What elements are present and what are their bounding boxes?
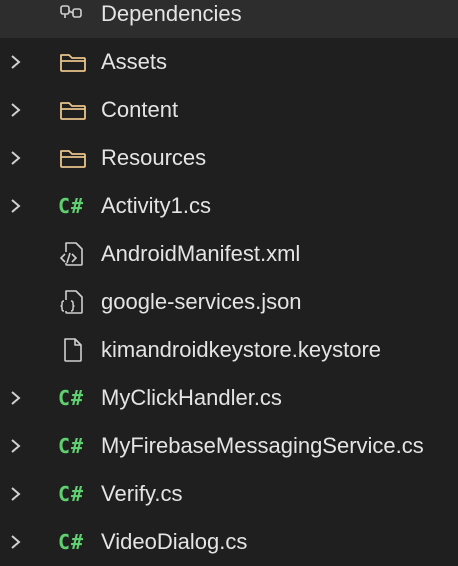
tree-item-myfirebasemessagingservice-cs[interactable]: C# MyFirebaseMessagingService.cs	[0, 422, 458, 470]
tree-item-label: AndroidManifest.xml	[101, 241, 301, 266]
chevron-right-icon[interactable]	[8, 532, 24, 552]
csharp-file-icon: C#	[58, 482, 85, 506]
tree-item-label: Verify.cs	[101, 481, 183, 506]
tree-item-androidmanifest-xml[interactable]: AndroidManifest.xml	[0, 230, 458, 278]
folder-icon	[58, 146, 90, 170]
tree-item-label: Resources	[101, 145, 207, 170]
chevron-right-icon[interactable]	[8, 196, 24, 216]
tree-item-videodialog-cs[interactable]: C# VideoDialog.cs	[0, 518, 458, 566]
chevron-right-icon[interactable]	[8, 52, 24, 72]
chevron-right-icon[interactable]	[8, 148, 24, 168]
tree-item-label: VideoDialog.cs	[101, 529, 248, 554]
chevron-right-icon[interactable]	[8, 436, 24, 456]
csharp-file-icon: C#	[58, 194, 85, 218]
tree-item-label: kimandroidkeystore.keystore	[101, 337, 382, 362]
xml-file-icon	[58, 242, 90, 266]
file-icon	[58, 338, 90, 362]
csharp-file-icon: C#	[58, 386, 85, 410]
chevron-right-icon[interactable]	[8, 484, 24, 504]
json-file-icon	[58, 290, 90, 314]
tree-item-dependencies[interactable]: Dependencies	[0, 0, 458, 38]
tree-item-label: Assets	[101, 49, 168, 74]
tree-item-label: Content	[101, 97, 179, 122]
tree-item-label: google-services.json	[101, 289, 302, 314]
folder-icon	[58, 50, 90, 74]
tree-item-verify-cs[interactable]: C# Verify.cs	[0, 470, 458, 518]
tree-item-google-services-json[interactable]: google-services.json	[0, 278, 458, 326]
csharp-file-icon: C#	[58, 530, 85, 554]
tree-item-activity1-cs[interactable]: C# Activity1.cs	[0, 182, 458, 230]
tree-item-label: MyFirebaseMessagingService.cs	[101, 433, 424, 458]
chevron-right-icon[interactable]	[8, 388, 24, 408]
tree-item-resources[interactable]: Resources	[0, 134, 458, 182]
tree-item-assets[interactable]: Assets	[0, 38, 458, 86]
csharp-file-icon: C#	[58, 434, 85, 458]
tree-item-myclickhandler-cs[interactable]: C# MyClickHandler.cs	[0, 374, 458, 422]
tree-item-label: Activity1.cs	[101, 193, 212, 218]
tree-item-content[interactable]: Content	[0, 86, 458, 134]
tree-item-keystore[interactable]: kimandroidkeystore.keystore	[0, 326, 458, 374]
solution-explorer-tree: Dependencies Assets Content Resources C#…	[0, 0, 458, 566]
tree-item-label: Dependencies	[101, 1, 242, 26]
dependencies-icon	[58, 2, 90, 26]
chevron-right-icon[interactable]	[8, 100, 24, 120]
folder-icon	[58, 98, 90, 122]
tree-item-label: MyClickHandler.cs	[101, 385, 282, 410]
